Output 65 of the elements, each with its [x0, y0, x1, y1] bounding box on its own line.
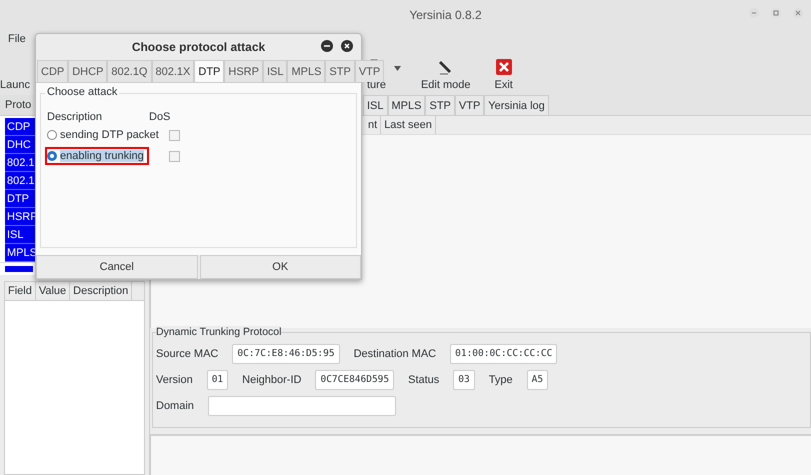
tab[interactable]: STP: [325, 60, 355, 82]
tab[interactable]: ISL: [262, 60, 288, 82]
text-field[interactable]: 01: [206, 370, 228, 390]
tab[interactable]: MPLS: [388, 95, 426, 115]
toolbar-button[interactable]: ture: [366, 79, 386, 91]
pencil-icon: [438, 59, 454, 75]
field-label: Version: [156, 374, 193, 386]
field-label: Neighbor-ID: [242, 374, 302, 386]
protocol-list-item[interactable]: 802.1: [5, 172, 35, 190]
toolbar-button[interactable]: Exit: [494, 79, 513, 91]
tab[interactable]: DTP: [194, 60, 224, 82]
text-field[interactable]: A5: [526, 370, 548, 390]
column-header: Field: [5, 282, 36, 300]
toolbar-button[interactable]: Edit mode: [420, 79, 470, 91]
tab[interactable]: 802.1Q: [107, 60, 152, 82]
maximize-icon[interactable]: [771, 8, 781, 18]
tab[interactable]: STP: [425, 95, 455, 115]
tab[interactable]: Yersinia log: [484, 95, 549, 115]
text-field[interactable]: 01:00:0C:CC:CC:CC: [450, 344, 558, 364]
field-label: Type: [488, 374, 513, 386]
tab[interactable]: 802.1X: [152, 60, 194, 82]
column-header: Last seen: [381, 116, 436, 134]
tab[interactable]: VTP: [354, 60, 384, 82]
protocol-list-item[interactable]: 802.1: [5, 154, 35, 172]
frame-title: Dynamic Trunking Protocol: [156, 326, 282, 338]
tab[interactable]: VTP: [454, 95, 484, 115]
column-header: Proto: [5, 99, 32, 111]
toolbar-button[interactable]: Launc: [0, 79, 30, 91]
menu-item[interactable]: File: [8, 33, 26, 45]
tab[interactable]: ISL: [363, 95, 388, 115]
exit-icon: [496, 59, 512, 75]
protocol-list-item[interactable]: DHC: [5, 136, 35, 154]
text-field[interactable]: 03: [453, 370, 475, 390]
dialog-title: Choose protocol attack: [132, 40, 266, 54]
window-title: Yersinia 0.8.2: [409, 8, 482, 22]
tab[interactable]: HSRP: [224, 60, 263, 82]
column-header: Description: [46, 111, 104, 123]
dialog-button[interactable]: OK: [200, 255, 361, 279]
protocol-list-item[interactable]: ISL: [5, 226, 35, 244]
protocol-list-item[interactable]: CDP: [5, 118, 35, 136]
column-header: nt: [365, 116, 382, 134]
protocol-list-item[interactable]: DTP: [5, 190, 35, 208]
column-header: Value: [36, 282, 70, 300]
scrollbar-thumb[interactable]: [5, 266, 33, 272]
dialog-button[interactable]: Cancel: [36, 255, 198, 279]
dropdown-arrow-icon[interactable]: [394, 66, 401, 71]
tab[interactable]: MPLS: [287, 60, 326, 82]
radio-button[interactable]: enabling trunking: [45, 147, 149, 165]
column-header: Description: [70, 282, 132, 300]
column-header: DoS: [149, 111, 170, 123]
field-label: Domain: [156, 400, 194, 412]
field-label: Destination MAC: [354, 348, 436, 360]
close-icon[interactable]: [341, 40, 353, 52]
checkbox[interactable]: [169, 150, 180, 162]
tab[interactable]: DHCP: [68, 60, 108, 82]
text-field[interactable]: [208, 396, 396, 416]
field-label: Source MAC: [156, 348, 218, 360]
tab[interactable]: CDP: [37, 60, 68, 82]
minimize-icon[interactable]: [321, 40, 333, 52]
group-title: Choose attack: [45, 86, 120, 98]
text-field[interactable]: 0C7CE846D595: [315, 370, 394, 390]
field-label: Status: [408, 374, 440, 386]
checkbox[interactable]: [169, 130, 180, 140]
radio-button[interactable]: sending DTP packet: [45, 126, 164, 144]
text-field[interactable]: 0C:7C:E8:46:D5:95: [232, 344, 340, 364]
